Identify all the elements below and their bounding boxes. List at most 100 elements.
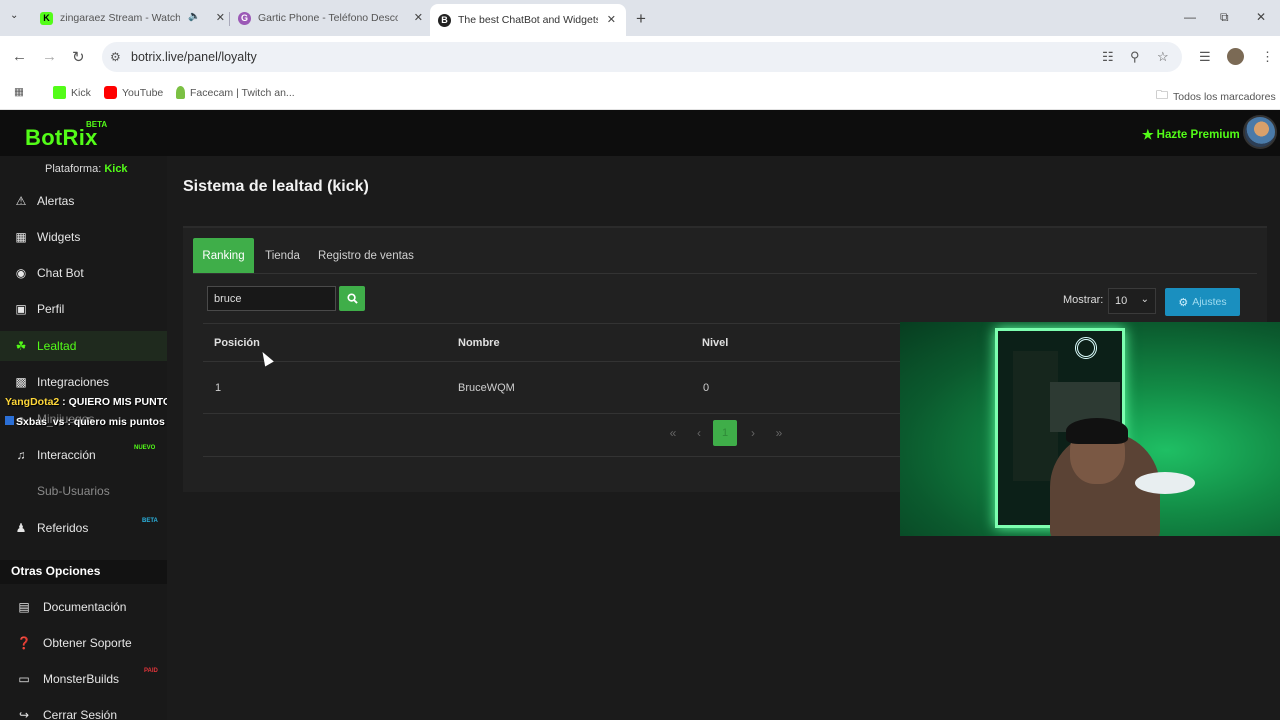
browser-tab-botrix[interactable]: B The best ChatBot and Widgets f ✕ bbox=[430, 4, 626, 36]
logout-icon: ↪ bbox=[18, 708, 30, 720]
prev-page-button[interactable]: ‹ bbox=[687, 420, 711, 446]
tab-separator bbox=[229, 12, 230, 26]
close-icon[interactable]: ✕ bbox=[607, 13, 616, 26]
sidebar-item-documentacion[interactable]: ▤ Documentación bbox=[0, 592, 167, 622]
id-card-icon: ▣ bbox=[15, 302, 27, 316]
bookmark-youtube[interactable]: YouTube bbox=[104, 86, 163, 99]
beta-badge: BETA bbox=[86, 120, 108, 129]
sidebar-item-cerrar-sesion[interactable]: ↪ Cerrar Sesión bbox=[0, 700, 167, 720]
sidebar-item-alertas[interactable]: ⚠ Alertas bbox=[0, 186, 167, 216]
chevron-down-icon: ⌄ bbox=[1140, 294, 1149, 305]
sidebar-item-label: Obtener Soporte bbox=[43, 636, 132, 650]
folder-icon: 🗀 bbox=[1156, 88, 1169, 102]
user-avatar[interactable] bbox=[1243, 115, 1277, 149]
restore-icon[interactable]: ⧉ bbox=[1220, 10, 1229, 25]
zoom-icon[interactable]: ⚲ bbox=[1130, 49, 1140, 65]
page-title: Sistema de lealtad (kick) bbox=[183, 178, 369, 195]
settings-button[interactable]: ⚙ Ajustes bbox=[1165, 288, 1240, 316]
sidebar-item-interaccion[interactable]: ♫ Interacción NUEVO bbox=[0, 440, 167, 470]
browser-tab-gartic[interactable]: G Gartic Phone - Teléfono Descor ✕ bbox=[238, 6, 423, 30]
close-icon[interactable]: ✕ bbox=[414, 11, 423, 24]
menu-icon[interactable]: ⋮ bbox=[1261, 49, 1274, 65]
sidebar-item-chat-bot[interactable]: ◉ Chat Bot bbox=[0, 258, 167, 288]
webcam-person-hair bbox=[1066, 418, 1128, 444]
kick-icon bbox=[53, 86, 66, 99]
bookmark-label: YouTube bbox=[122, 86, 164, 99]
sidebar-item-perfil[interactable]: ▣ Perfil bbox=[0, 294, 167, 324]
browser-tab-kick[interactable]: K zingaraez Stream - Watch L 🔈 ✕ bbox=[40, 6, 225, 30]
tab-title: zingaraez Stream - Watch L bbox=[60, 12, 180, 24]
sidebar-item-label: Integraciones bbox=[37, 375, 110, 389]
question-icon: ❓ bbox=[16, 636, 32, 650]
sidebar-item-lealtad[interactable]: ☘ Lealtad bbox=[0, 331, 167, 361]
sidebar-item-label: Chat Bot bbox=[37, 266, 84, 280]
search-button[interactable] bbox=[339, 286, 365, 311]
android-icon bbox=[176, 86, 185, 99]
sidebar-item-soporte[interactable]: ❓ Obtener Soporte bbox=[0, 628, 167, 658]
bookmark-kick[interactable]: Kick bbox=[53, 86, 91, 99]
divider bbox=[193, 273, 1257, 274]
cell-level: 0 bbox=[703, 382, 710, 394]
sidebar-item-integraciones[interactable]: ▩ Integraciones bbox=[0, 367, 167, 397]
sidebar-item-label: Documentación bbox=[43, 600, 127, 614]
page-size-select[interactable]: 10 ⌄ bbox=[1108, 288, 1156, 314]
next-page-button[interactable]: › bbox=[741, 420, 765, 446]
page-1-button[interactable]: 1 bbox=[713, 420, 737, 446]
platform-value: Kick bbox=[104, 163, 128, 175]
forward-icon[interactable]: → bbox=[42, 48, 57, 65]
reload-icon[interactable]: ↻ bbox=[72, 48, 85, 66]
premium-button[interactable]: ★ Hazte Premium bbox=[1142, 127, 1240, 143]
close-icon[interactable]: ✕ bbox=[216, 11, 225, 24]
column-header-level[interactable]: Nivel bbox=[702, 337, 728, 349]
first-page-button[interactable]: « bbox=[661, 420, 685, 446]
bookmark-facecam[interactable]: Facecam | Twitch an... bbox=[176, 86, 295, 99]
tab-ranking[interactable]: Ranking bbox=[193, 238, 254, 273]
last-page-button[interactable]: » bbox=[767, 420, 791, 446]
all-bookmarks-label: Todos los marcadores bbox=[1173, 90, 1276, 103]
column-header-position[interactable]: Posición bbox=[214, 337, 260, 349]
close-window-icon[interactable]: ✕ bbox=[1256, 10, 1266, 24]
kick-icon: K bbox=[40, 11, 53, 25]
back-icon[interactable]: ← bbox=[12, 48, 27, 65]
sidebar-item-label: Cerrar Sesión bbox=[43, 708, 118, 720]
sidebar-item-monsterbuilds[interactable]: ▭ MonsterBuilds PAID bbox=[0, 664, 167, 694]
tab-title: Gartic Phone - Teléfono Descor bbox=[258, 12, 398, 24]
show-label: Mostrar: bbox=[1063, 294, 1104, 306]
other-options-header: Otras Opciones bbox=[0, 560, 167, 584]
star-icon: ★ bbox=[1142, 127, 1154, 142]
minimize-icon[interactable]: — bbox=[1184, 10, 1196, 24]
tab-tienda[interactable]: Tienda bbox=[256, 238, 309, 273]
new-tab-icon[interactable]: + bbox=[636, 9, 646, 29]
webcam-lamp bbox=[1075, 337, 1097, 359]
search-input[interactable] bbox=[207, 286, 336, 311]
youtube-icon bbox=[104, 86, 117, 99]
translate-icon[interactable]: ☷ bbox=[1102, 49, 1114, 65]
tab-search-icon[interactable]: ⌄ bbox=[10, 10, 18, 21]
media-control-icon[interactable]: ☰ bbox=[1199, 49, 1211, 65]
apps-icon[interactable]: ▦ bbox=[14, 86, 24, 98]
address-bar[interactable]: ⚙ botrix.live/panel/loyalty bbox=[102, 42, 1182, 72]
site-info-icon[interactable]: ⚙ bbox=[110, 50, 121, 64]
sidebar-item-widgets[interactable]: ▦ Widgets bbox=[0, 222, 167, 252]
bookmark-label: Kick bbox=[71, 86, 91, 99]
sidebar-item-referidos[interactable]: ♟ Referidos BETA bbox=[0, 513, 167, 543]
column-header-name[interactable]: Nombre bbox=[458, 337, 500, 349]
url-text: botrix.live/panel/loyalty bbox=[131, 50, 257, 64]
gears-icon: ⚙ bbox=[1178, 296, 1189, 309]
browser-tabstrip: ⌄ K zingaraez Stream - Watch L 🔈 ✕ G Gar… bbox=[0, 0, 1280, 36]
platform-indicator: Plataforma: Kick bbox=[45, 163, 128, 175]
laptop-icon: ▭ bbox=[18, 672, 30, 686]
sidebar-item-label: Perfil bbox=[37, 302, 65, 316]
tab-registro-ventas[interactable]: Registro de ventas bbox=[311, 238, 421, 273]
search-icon bbox=[346, 293, 358, 304]
profile-avatar[interactable] bbox=[1227, 48, 1244, 65]
sidebar-item-sub-usuarios[interactable]: Sub-Usuarios bbox=[0, 476, 167, 506]
chat-text: : quiero mis puntos bbox=[64, 416, 165, 428]
bookmark-star-icon[interactable]: ☆ bbox=[1157, 49, 1169, 65]
speaker-icon[interactable]: 🔈 bbox=[188, 11, 200, 22]
browser-toolbar: ← → ↻ ⚙ botrix.live/panel/loyalty ☷ ⚲ ☆ … bbox=[0, 36, 1280, 78]
robot-icon: ◉ bbox=[15, 266, 27, 280]
other-options-title: Otras Opciones bbox=[11, 564, 101, 578]
chat-username: Sxbas_vs bbox=[16, 416, 65, 428]
all-bookmarks[interactable]: 🗀 Todos los marcadores bbox=[1156, 86, 1276, 107]
